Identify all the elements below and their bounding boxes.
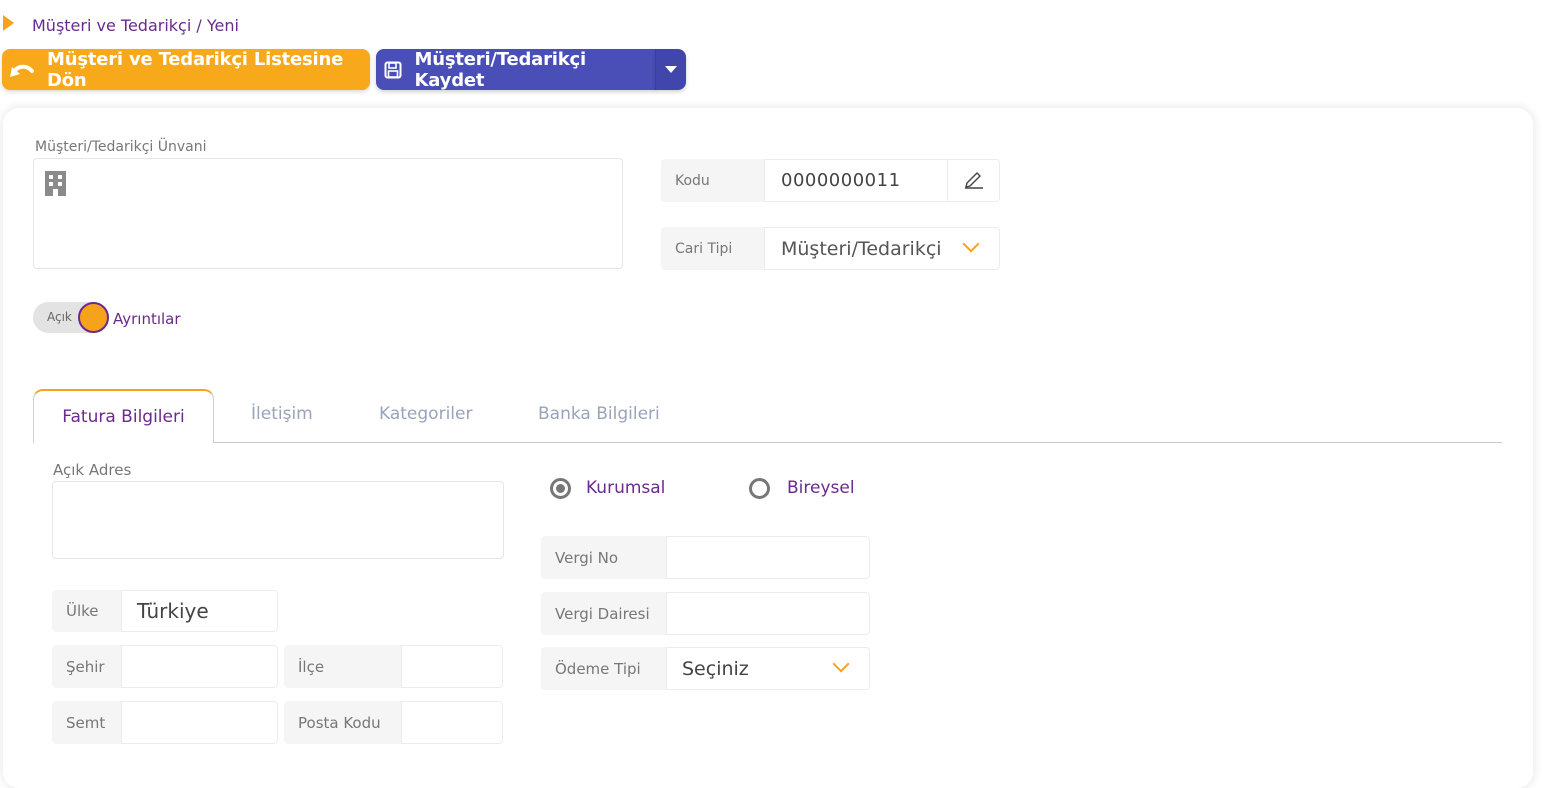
undo-arrow-icon xyxy=(9,57,35,83)
building-icon xyxy=(45,171,66,196)
title-label: Müşteri/Tedarikçi Ünvani xyxy=(35,139,207,155)
radio-selected-dot xyxy=(556,484,565,493)
individual-radio[interactable] xyxy=(749,478,770,499)
tab-bank-info[interactable]: Banka Bilgileri xyxy=(538,404,660,424)
back-button-label: Müşteri ve Tedarikçi Listesine Dön xyxy=(47,48,344,91)
account-type-label: Cari Tipi xyxy=(661,227,765,270)
tab-divider xyxy=(213,442,1502,443)
city-label: Şehir xyxy=(52,645,122,688)
country-field[interactable]: Türkiye xyxy=(121,590,278,632)
tab-categories[interactable]: Kategoriler xyxy=(379,404,472,424)
account-type-select[interactable]: Müşteri/Tedarikçi xyxy=(764,227,1000,270)
chevron-down-icon xyxy=(832,655,850,673)
neighborhood-label: Semt xyxy=(52,701,122,744)
payment-type-label: Ödeme Tipi xyxy=(541,647,667,690)
payment-type-value: Seçiniz xyxy=(682,657,749,680)
district-label: İlçe xyxy=(284,645,402,688)
breadcrumb-arrow-icon xyxy=(3,15,14,31)
tax-office-label: Vergi Dairesi xyxy=(541,592,667,635)
save-button-label: Müşteri/Tedarikçi Kaydet xyxy=(414,48,587,91)
code-label: Kodu xyxy=(661,159,765,202)
corporate-radio[interactable] xyxy=(550,478,571,499)
postal-code-field[interactable] xyxy=(401,701,503,744)
tax-number-field[interactable] xyxy=(666,536,870,579)
pencil-icon xyxy=(963,169,985,193)
tax-number-label: Vergi No xyxy=(541,536,667,579)
payment-type-select[interactable]: Seçiniz xyxy=(666,647,870,690)
city-field[interactable] xyxy=(121,645,278,688)
postal-code-label: Posta Kodu xyxy=(284,701,402,744)
code-field[interactable]: 0000000011 xyxy=(764,159,948,202)
account-type-value: Müşteri/Tedarikçi xyxy=(781,237,942,260)
back-to-list-button[interactable]: Müşteri ve Tedarikçi Listesine Dön xyxy=(2,48,370,91)
country-label: Ülke xyxy=(52,590,122,632)
chevron-down-icon xyxy=(962,235,980,253)
caret-down-icon xyxy=(665,66,677,73)
toggle-state-text: Açık xyxy=(47,310,72,324)
district-field[interactable] xyxy=(401,645,503,688)
neighborhood-field[interactable] xyxy=(121,701,278,744)
tax-office-field[interactable] xyxy=(666,592,870,635)
details-toggle-label: Ayrıntılar xyxy=(113,310,181,328)
save-button[interactable]: Müşteri/Tedarikçi Kaydet xyxy=(376,48,656,91)
individual-radio-label[interactable]: Bireysel xyxy=(787,478,855,498)
edit-code-button[interactable] xyxy=(947,159,1000,202)
address-label: Açık Adres xyxy=(53,461,132,479)
floppy-disk-icon xyxy=(384,60,404,80)
breadcrumb: Müşteri ve Tedarikçi / Yeni xyxy=(32,16,239,35)
title-textarea[interactable] xyxy=(33,158,623,269)
address-textarea[interactable] xyxy=(52,481,504,559)
tab-invoice-info[interactable]: Fatura Bilgileri xyxy=(33,389,214,443)
corporate-radio-label[interactable]: Kurumsal xyxy=(586,478,665,498)
tab-contact[interactable]: İletişim xyxy=(251,404,313,424)
save-options-dropdown[interactable] xyxy=(655,49,686,90)
toggle-knob[interactable] xyxy=(78,302,109,333)
